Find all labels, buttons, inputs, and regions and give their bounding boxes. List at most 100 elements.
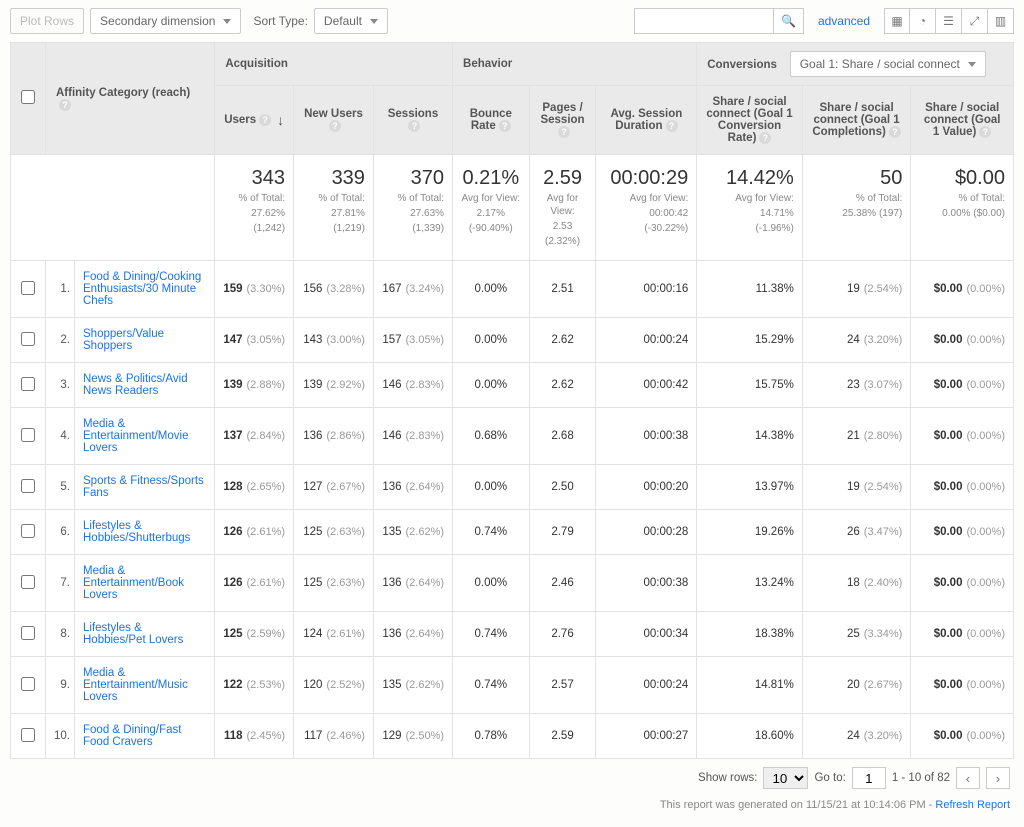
- range-label: 1 - 10 of 82: [892, 772, 950, 784]
- cell-new-users: 125(2.63%): [294, 510, 374, 555]
- total-bounce: 0.21%Avg for View:2.17%(-90.40%): [453, 155, 530, 261]
- cell-users: 125(2.59%): [215, 612, 294, 657]
- select-all-checkbox[interactable]: [21, 90, 35, 104]
- cell-value: $0.00(0.00%): [911, 510, 1014, 555]
- help-icon[interactable]: ?: [259, 114, 271, 126]
- cell-conv-rate: 14.81%: [697, 657, 803, 714]
- acquisition-group-header: Acquisition: [215, 43, 453, 86]
- help-icon[interactable]: ?: [408, 120, 420, 132]
- col-sessions-label: Sessions: [388, 108, 439, 120]
- col-bounce[interactable]: Bounce Rate?: [453, 86, 530, 155]
- row-dimension-link[interactable]: Lifestyles & Hobbies/Pet Lovers: [75, 612, 215, 657]
- row-checkbox[interactable]: [21, 575, 35, 589]
- search-input[interactable]: [634, 8, 774, 34]
- row-checkbox[interactable]: [21, 626, 35, 640]
- advanced-link[interactable]: advanced: [818, 14, 870, 28]
- cell-users: 118(2.45%): [215, 714, 294, 759]
- col-completions[interactable]: Share / social connect (Goal 1 Completio…: [802, 86, 911, 155]
- secondary-dimension-dropdown[interactable]: Secondary dimension: [90, 8, 241, 34]
- view-pivot-icon[interactable]: ▥: [988, 8, 1014, 34]
- dimension-header[interactable]: Affinity Category (reach)?: [46, 43, 215, 155]
- row-checkbox[interactable]: [21, 377, 35, 391]
- row-checkbox[interactable]: [21, 479, 35, 493]
- cell-value: $0.00(0.00%): [911, 363, 1014, 408]
- row-dimension-link[interactable]: Media & Entertainment/Movie Lovers: [75, 408, 215, 465]
- conversions-label: Conversions: [707, 59, 777, 71]
- help-icon[interactable]: ?: [59, 99, 71, 111]
- cell-pages: 2.46: [529, 555, 596, 612]
- row-checkbox[interactable]: [21, 728, 35, 742]
- show-rows-label: Show rows:: [698, 772, 757, 784]
- next-page-button[interactable]: ›: [986, 767, 1010, 789]
- col-duration[interactable]: Avg. Session Duration?: [596, 86, 697, 155]
- cell-duration: 00:00:28: [596, 510, 697, 555]
- row-dimension-link[interactable]: Media & Entertainment/Book Lovers: [75, 555, 215, 612]
- cell-value: $0.00(0.00%): [911, 714, 1014, 759]
- cell-completions: 19(2.54%): [802, 261, 911, 318]
- refresh-report-link[interactable]: Refresh Report: [935, 799, 1010, 811]
- cell-value: $0.00(0.00%): [911, 657, 1014, 714]
- help-icon[interactable]: ?: [666, 120, 678, 132]
- sort-desc-icon: ↓: [277, 112, 284, 128]
- view-buttons: ▦ ◔ ☰ ⤢ ▥: [884, 8, 1014, 34]
- show-rows-select[interactable]: 10: [763, 767, 808, 789]
- row-dimension-link[interactable]: Lifestyles & Hobbies/Shutterbugs: [75, 510, 215, 555]
- cell-new-users: 143(3.00%): [294, 318, 374, 363]
- search-icon: 🔍: [781, 14, 796, 28]
- col-conv-rate-label: Share / social connect (Goal 1 Conversio…: [706, 96, 792, 144]
- search-box: 🔍: [634, 8, 804, 34]
- goto-input[interactable]: [852, 767, 886, 789]
- cell-pages: 2.62: [529, 363, 596, 408]
- cell-new-users: 120(2.52%): [294, 657, 374, 714]
- generated-line: This report was generated on 11/15/21 at…: [10, 797, 1014, 817]
- cell-bounce: 0.00%: [453, 318, 530, 363]
- row-index: 10.: [46, 714, 75, 759]
- cell-new-users: 124(2.61%): [294, 612, 374, 657]
- view-comparison-icon[interactable]: ⤢: [962, 8, 988, 34]
- row-checkbox[interactable]: [21, 281, 35, 295]
- row-checkbox[interactable]: [21, 524, 35, 538]
- help-icon[interactable]: ?: [759, 132, 771, 144]
- col-value[interactable]: Share / social connect (Goal 1 Value)?: [911, 86, 1014, 155]
- help-icon[interactable]: ?: [889, 126, 901, 138]
- row-checkbox[interactable]: [21, 428, 35, 442]
- row-checkbox[interactable]: [21, 332, 35, 346]
- row-dimension-link[interactable]: Media & Entertainment/Music Lovers: [75, 657, 215, 714]
- col-new-users[interactable]: New Users?: [294, 86, 374, 155]
- view-performance-icon[interactable]: ☰: [936, 8, 962, 34]
- help-icon[interactable]: ?: [499, 120, 511, 132]
- sort-type-dropdown[interactable]: Default: [314, 8, 388, 34]
- cell-conv-rate: 19.26%: [697, 510, 803, 555]
- row-dimension-link[interactable]: Shoppers/Value Shoppers: [75, 318, 215, 363]
- col-users[interactable]: Users?↓: [215, 86, 294, 155]
- row-dimension-link[interactable]: Sports & Fitness/Sports Fans: [75, 465, 215, 510]
- cell-completions: 20(2.67%): [802, 657, 911, 714]
- table-row: 2.Shoppers/Value Shoppers147(3.05%)143(3…: [11, 318, 1014, 363]
- row-checkbox[interactable]: [21, 677, 35, 691]
- help-icon[interactable]: ?: [558, 126, 570, 138]
- view-pie-icon[interactable]: ◔: [910, 8, 936, 34]
- goal-selector-dropdown[interactable]: Goal 1: Share / social connect: [790, 51, 986, 77]
- col-conv-rate[interactable]: Share / social connect (Goal 1 Conversio…: [697, 86, 803, 155]
- row-dimension-link[interactable]: News & Politics/Avid News Readers: [75, 363, 215, 408]
- col-pages[interactable]: Pages / Session?: [529, 86, 596, 155]
- cell-pages: 2.79: [529, 510, 596, 555]
- cell-completions: 18(2.40%): [802, 555, 911, 612]
- help-icon[interactable]: ?: [979, 126, 991, 138]
- cell-users: 128(2.65%): [215, 465, 294, 510]
- row-dimension-link[interactable]: Food & Dining/Cooking Enthusiasts/30 Min…: [75, 261, 215, 318]
- cell-conv-rate: 13.24%: [697, 555, 803, 612]
- cell-users: 137(2.84%): [215, 408, 294, 465]
- row-dimension-link[interactable]: Food & Dining/Fast Food Cravers: [75, 714, 215, 759]
- cell-bounce: 0.74%: [453, 612, 530, 657]
- help-icon[interactable]: ?: [329, 120, 341, 132]
- plot-rows-button[interactable]: Plot Rows: [10, 8, 84, 34]
- cell-pages: 2.50: [529, 465, 596, 510]
- prev-page-button[interactable]: ‹: [956, 767, 980, 789]
- view-table-icon[interactable]: ▦: [884, 8, 910, 34]
- row-index: 2.: [46, 318, 75, 363]
- cell-sessions: 146(2.83%): [373, 408, 452, 465]
- col-sessions[interactable]: Sessions?: [373, 86, 452, 155]
- search-button[interactable]: 🔍: [774, 8, 804, 34]
- cell-sessions: 167(3.24%): [373, 261, 452, 318]
